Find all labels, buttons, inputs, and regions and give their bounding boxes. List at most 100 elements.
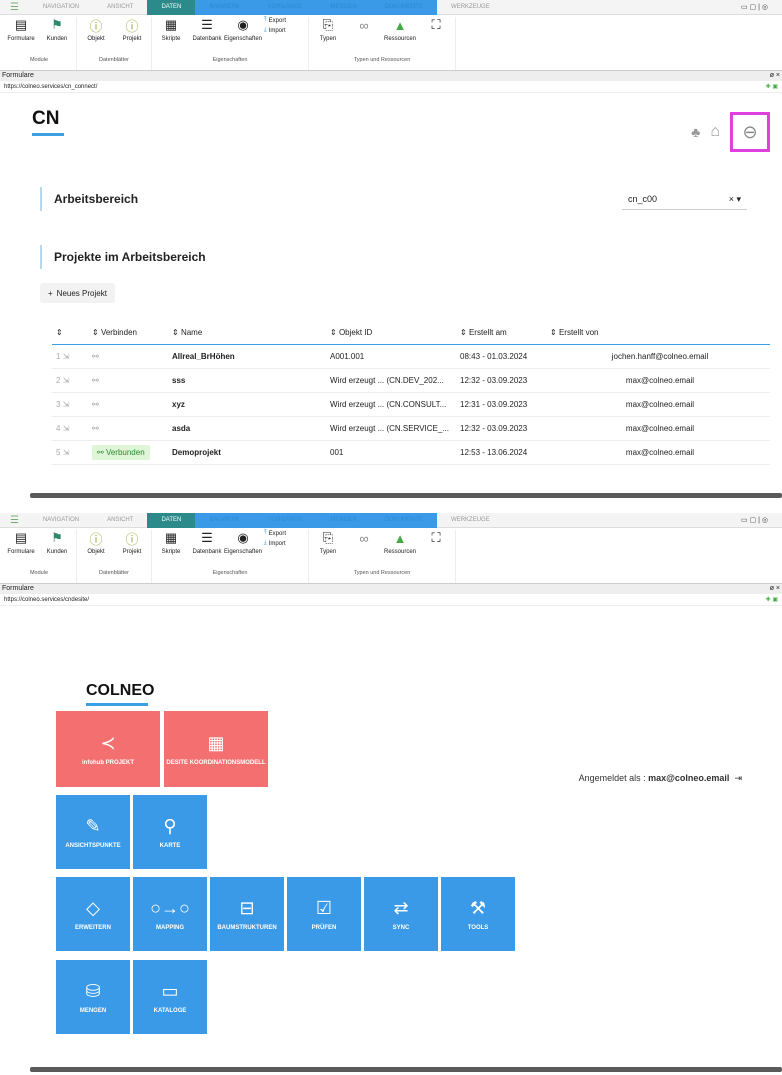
clear-dropdown-icon[interactable]: × ▾ xyxy=(729,194,741,205)
tab-mengen[interactable]: MENGEN xyxy=(316,512,371,528)
objekt-button[interactable]: ⓘ Objekt xyxy=(81,17,111,43)
tile-sync[interactable]: ⇄ SYNC xyxy=(364,877,438,951)
workspace-select[interactable]: cn_c00 × ▾ xyxy=(622,190,747,210)
col-verbinden[interactable]: ⇕ Verbinden xyxy=(88,322,168,345)
close-icon[interactable]: ø × xyxy=(770,71,780,81)
menu-icon[interactable]: ☰ xyxy=(0,513,29,528)
tab-ansicht[interactable]: ANSICHT xyxy=(93,0,147,15)
tile-mapping[interactable]: ○→○ MAPPING xyxy=(133,877,207,951)
tab-werkzeuge[interactable]: WERKZEUGE xyxy=(437,513,504,528)
table-row[interactable]: 4 ⇲ ⚯ asda Wird erzeugt ... (CN.SERVICE_...… xyxy=(52,416,770,441)
cell-name[interactable]: Allreal_BrHöhen xyxy=(168,344,326,369)
kunden-button[interactable]: ⚑ Kunden xyxy=(42,530,72,555)
export-button[interactable]: ⤒ Export xyxy=(264,17,304,24)
datenbank-button[interactable]: ☰ Datenbank xyxy=(192,530,222,555)
map-button[interactable]: ⛶ xyxy=(421,17,451,36)
skripte-button[interactable]: ▦ Skripte xyxy=(156,17,186,42)
map-button[interactable]: ⛶ xyxy=(421,530,451,549)
cell-name[interactable]: Demoprojekt xyxy=(168,440,326,465)
tile-erweitern[interactable]: ◇ ERWEITERN xyxy=(56,877,130,951)
objekt-label: Objekt xyxy=(87,549,105,555)
drag-handle-icon[interactable]: ⇲ xyxy=(63,376,70,385)
link-button[interactable]: ∞ xyxy=(349,530,379,549)
eigenschaften-button[interactable]: ◉ Eigenschaften xyxy=(224,17,262,42)
tab-bauwerk[interactable]: BAUWERK xyxy=(195,0,254,15)
tile-desite[interactable]: ▦ DESITE KOORDINATIONSMODELL xyxy=(164,711,268,787)
skripte-button[interactable]: ▦ Skripte xyxy=(156,530,186,555)
table-row[interactable]: 2 ⇲ ⚯ sss Wird erzeugt ... (CN.DEV_202... 12… xyxy=(52,368,770,393)
users-icon[interactable]: ♣ xyxy=(691,124,700,140)
drag-handle-icon[interactable]: ⇲ xyxy=(63,424,70,433)
close-icon[interactable]: ø × xyxy=(770,584,780,594)
menu-icon[interactable]: ☰ xyxy=(0,0,29,15)
tile-pruefen[interactable]: ☑ PRÜFEN xyxy=(287,877,361,951)
home-icon[interactable]: ⌂ xyxy=(710,123,720,141)
objekt-button[interactable]: ⓘ Objekt xyxy=(81,530,111,556)
drag-handle-icon[interactable]: ⇲ xyxy=(63,352,70,361)
row-number: 5 xyxy=(56,447,61,457)
add-icon[interactable]: ✚ ▣ xyxy=(766,81,778,92)
tab-daten[interactable]: DATEN xyxy=(147,0,196,15)
ressourcen-icon: ▲ xyxy=(393,17,407,33)
link-button[interactable]: ∞ xyxy=(349,17,379,36)
tab-werkzeuge[interactable]: WERKZEUGE xyxy=(437,0,504,15)
link-icon[interactable]: ⚯ xyxy=(92,424,99,433)
tab-dokumente[interactable]: DOKUMENTE xyxy=(370,0,438,15)
import-button[interactable]: ⤓ Import xyxy=(264,540,304,547)
tile-tools[interactable]: ⚒ TOOLS xyxy=(441,877,515,951)
back-button[interactable]: ⊖ xyxy=(730,112,770,152)
tile-karte[interactable]: ⚲ KARTE xyxy=(133,795,207,869)
ressourcen-button[interactable]: ▲ Ressourcen xyxy=(384,530,416,556)
tile-mengen[interactable]: ⛁ MENGEN xyxy=(56,960,130,1034)
col-name[interactable]: ⇕ Name xyxy=(168,322,326,345)
cell-name[interactable]: sss xyxy=(168,368,326,393)
import-button[interactable]: ⤓ Import xyxy=(264,27,304,34)
drag-handle-icon[interactable]: ⇲ xyxy=(63,400,70,409)
datenbank-button[interactable]: ☰ Datenbank xyxy=(192,17,222,42)
kunden-button[interactable]: ⚑ Kunden xyxy=(42,17,72,42)
row-index: 1 ⇲ xyxy=(52,344,88,369)
link-icon[interactable]: ⚯ xyxy=(92,400,99,409)
table-row[interactable]: 1 ⇲ ⚯ Allreal_BrHöhen A001.001 08:43 - 01.03… xyxy=(52,344,770,369)
tile-ansichtspunkte[interactable]: ✎ ANSICHTSPUNKTE xyxy=(56,795,130,869)
link-icon[interactable]: ⚯ xyxy=(92,352,99,361)
tile-kataloge[interactable]: ▭ KATALOGE xyxy=(133,960,207,1034)
formulare-button[interactable]: ▤ Formulare xyxy=(6,17,36,42)
ressourcen-button[interactable]: ▲ Ressourcen xyxy=(384,17,416,43)
typen-button[interactable]: ⎘ Typen xyxy=(313,17,343,42)
col-erstellt-am[interactable]: ⇕ Erstellt am xyxy=(456,322,546,345)
eigenschaften-button[interactable]: ◉ Eigenschaften xyxy=(224,530,262,555)
tab-navigation[interactable]: NAVIGATION xyxy=(29,513,93,528)
tab-vorgaenge[interactable]: VORGÄNGE xyxy=(253,512,317,528)
tab-ansicht[interactable]: ANSICHT xyxy=(93,513,147,528)
add-icon[interactable]: ✚ ▣ xyxy=(766,594,778,605)
col-objekt-id[interactable]: ⇕ Objekt ID xyxy=(326,322,456,345)
table-row[interactable]: 3 ⇲ ⚯ xyz Wird erzeugt ... (CN.CONSULT... 12… xyxy=(52,392,770,417)
tab-daten[interactable]: DATEN xyxy=(147,512,196,528)
tab-mengen[interactable]: MENGEN xyxy=(316,0,371,15)
col-erstellt-von[interactable]: ⇕ Erstellt von xyxy=(546,322,770,345)
typen-button[interactable]: ⎘ Typen xyxy=(313,530,343,555)
formulare-button[interactable]: ▤ Formulare xyxy=(6,530,36,555)
export-button[interactable]: ⤒ Export xyxy=(264,530,304,537)
projekt-button[interactable]: ⓘ Projekt xyxy=(117,17,147,43)
connected-badge[interactable]: ⚯ Verbunden xyxy=(92,444,150,460)
table-row[interactable]: 5 ⇲ ⚯ Verbunden Demoprojekt 001 12:53 - 13.0… xyxy=(52,440,770,465)
tab-vorgaenge[interactable]: VORGÄNGE xyxy=(253,0,317,15)
projekt-button[interactable]: ⓘ Projekt xyxy=(117,530,147,556)
drag-handle-icon[interactable]: ⇲ xyxy=(63,448,70,457)
tab-bauwerk[interactable]: BAUWERK xyxy=(195,512,254,528)
new-project-button[interactable]: + Neues Projekt xyxy=(40,283,115,303)
sort-header[interactable]: ⇕ xyxy=(52,322,88,345)
tile-infohub[interactable]: ≺ infohub PROJEKT xyxy=(56,711,160,787)
cell-name[interactable]: xyz xyxy=(168,392,326,417)
cell-name[interactable]: asda xyxy=(168,416,326,441)
tab-dokumente[interactable]: DOKUMENTE xyxy=(370,512,438,528)
window-controls-icon[interactable]: ▭ ▢ | ◎ xyxy=(727,0,782,15)
link-icon[interactable]: ⚯ xyxy=(92,376,99,385)
tile-baumstrukturen[interactable]: ⊟ BAUMSTRUKTUREN xyxy=(210,877,284,951)
tab-navigation[interactable]: NAVIGATION xyxy=(29,0,93,15)
window-controls-icon[interactable]: ▭ ▢ | ◎ xyxy=(727,513,782,528)
logout-icon[interactable]: ⇥ xyxy=(732,773,742,783)
logo-text: CN xyxy=(32,108,60,129)
